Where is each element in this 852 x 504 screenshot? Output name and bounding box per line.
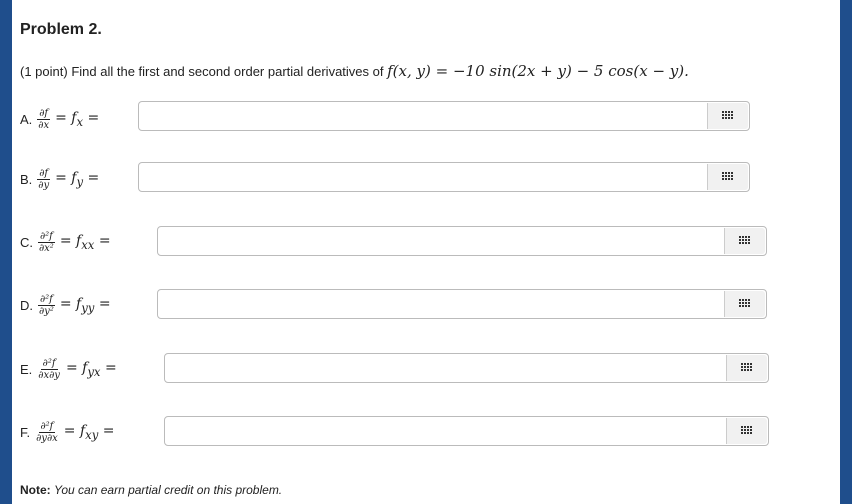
part-a-letter: A. (20, 111, 33, 127)
part-a-expression: = fx = (55, 110, 99, 129)
problem-statement: (1 point) Find all the first and second … (20, 62, 689, 80)
matrix-grid-icon (739, 236, 751, 246)
part-e-answer-box (164, 353, 769, 383)
part-d-matrix-button[interactable] (724, 291, 765, 317)
part-c-equals: = (98, 232, 111, 249)
part-c-answer-input[interactable] (158, 227, 720, 255)
part-b-denominator: ∂y (38, 179, 50, 191)
part-d-expr-text: = f (59, 295, 82, 312)
part-f-subscript: xy (85, 427, 99, 442)
part-d-denominator: ∂y² (39, 305, 54, 317)
part-c-expr-text: = f (59, 232, 82, 249)
partial-credit-note: Note: You can earn partial credit on thi… (20, 483, 282, 497)
matrix-grid-icon (741, 426, 753, 436)
part-f-matrix-button[interactable] (726, 418, 767, 444)
part-f-equals: = (102, 422, 115, 439)
part-f-row: F. ∂²f ∂y∂x = fxy = (20, 415, 119, 449)
part-c-matrix-button[interactable] (724, 228, 765, 254)
part-b-subscript: y (76, 174, 84, 189)
part-d-answer-box (157, 289, 767, 319)
problem-title: Problem 2. (20, 21, 102, 38)
problem-function: f(x, y) = −10 sin(2x + y) − 5 cos(x − y)… (387, 62, 689, 80)
part-a-matrix-button[interactable] (707, 103, 748, 129)
part-b-matrix-button[interactable] (707, 164, 748, 190)
part-f-letter: F. (20, 424, 31, 440)
part-e-row: E. ∂²f ∂x∂y = fyx = (20, 352, 121, 386)
part-e-answer-input[interactable] (165, 354, 722, 382)
part-e-fraction: ∂²f ∂x∂y (36, 358, 62, 381)
part-e-subscript: yx (87, 364, 101, 379)
part-f-expression: = fxy = (64, 423, 115, 442)
part-a-answer-input[interactable] (139, 102, 703, 130)
part-c-answer-box (157, 226, 767, 256)
part-a-subscript: x (76, 114, 84, 129)
part-a-expr-text: = f (55, 109, 77, 126)
part-c-fraction: ∂²f ∂x² (37, 231, 56, 254)
part-b-expr-text: = f (55, 169, 77, 186)
part-c-numerator: ∂²f (37, 230, 55, 243)
matrix-grid-icon (722, 111, 734, 121)
part-f-numerator: ∂²f (38, 420, 56, 433)
matrix-grid-icon (741, 363, 753, 373)
part-d-subscript: yy (81, 300, 95, 315)
note-text: You can earn partial credit on this prob… (54, 483, 283, 497)
part-c-expression: = fxx = (60, 233, 111, 252)
part-d-answer-input[interactable] (158, 290, 720, 318)
part-a-row: A. ∂f ∂x = fx = (20, 102, 103, 136)
part-a-fraction: ∂f ∂x (36, 108, 51, 131)
part-a-answer-box (138, 101, 750, 131)
part-b-numerator: ∂f (37, 167, 51, 180)
part-b-answer-box (138, 162, 750, 192)
part-b-answer-input[interactable] (139, 163, 703, 191)
part-d-fraction: ∂²f ∂y² (37, 294, 56, 317)
part-e-expression: = fyx = (66, 360, 117, 379)
part-c-subscript: xx (81, 237, 95, 252)
part-a-denominator: ∂x (38, 119, 50, 131)
part-e-expr-text: = f (65, 359, 88, 376)
part-d-row: D. ∂²f ∂y² = fyy = (20, 288, 115, 322)
part-b-equals: = (87, 169, 100, 186)
part-e-equals: = (104, 359, 117, 376)
part-a-equals: = (87, 109, 100, 126)
part-b-fraction: ∂f ∂y (36, 168, 51, 191)
part-f-answer-box (164, 416, 769, 446)
part-c-row: C. ∂²f ∂x² = fxx = (20, 225, 115, 259)
matrix-grid-icon (739, 299, 751, 309)
part-d-letter: D. (20, 297, 33, 313)
part-e-letter: E. (20, 361, 33, 377)
part-a-numerator: ∂f (37, 107, 51, 120)
part-f-denominator: ∂y∂x (36, 432, 58, 444)
problem-prompt: Find all the first and second order part… (71, 64, 384, 79)
part-e-matrix-button[interactable] (726, 355, 767, 381)
part-c-denominator: ∂x² (39, 242, 54, 254)
part-c-letter: C. (20, 234, 33, 250)
part-f-fraction: ∂²f ∂y∂x (34, 421, 60, 444)
part-d-equals: = (98, 295, 111, 312)
part-e-numerator: ∂²f (40, 357, 58, 370)
problem-points: (1 point) (20, 64, 68, 79)
problem-page: Problem 2. (1 point) Find all the first … (0, 0, 852, 504)
part-f-answer-input[interactable] (165, 417, 722, 445)
part-b-letter: B. (20, 171, 33, 187)
part-f-expr-text: = f (63, 422, 86, 439)
part-d-numerator: ∂²f (37, 293, 55, 306)
part-d-expression: = fyy = (60, 296, 111, 315)
part-b-row: B. ∂f ∂y = fy = (20, 162, 103, 196)
part-b-expression: = fy = (55, 170, 99, 189)
part-e-denominator: ∂x∂y (38, 369, 60, 381)
matrix-grid-icon (722, 172, 734, 182)
note-label: Note: (20, 483, 51, 497)
